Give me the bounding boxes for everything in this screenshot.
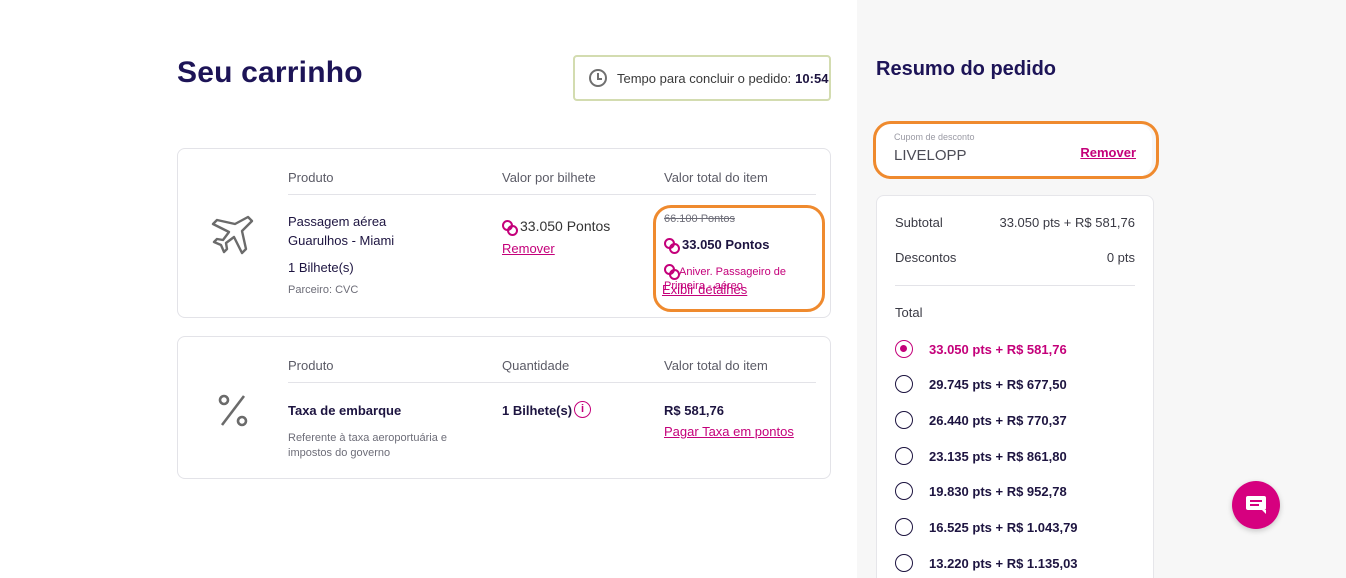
- discount-value: 0 pts: [1106, 250, 1135, 265]
- tax-total: R$ 581,76: [664, 403, 724, 418]
- radio-button[interactable]: [895, 518, 913, 536]
- payment-option[interactable]: 16.525 pts + R$ 1.043,79: [895, 518, 1078, 536]
- tax-name: Taxa de embarque: [288, 403, 402, 418]
- remove-item-link[interactable]: Remover: [502, 241, 555, 256]
- page-title: Seu carrinho: [177, 56, 363, 89]
- payment-option[interactable]: 29.745 pts + R$ 677,50: [895, 375, 1067, 393]
- airplane-icon: [208, 209, 258, 259]
- product-name: Passagem aérea: [288, 214, 387, 229]
- total-value-header: Valor total do item: [664, 170, 768, 185]
- unit-points: 33.050 Pontos: [502, 218, 610, 236]
- timer-label: Tempo para concluir o pedido:: [617, 70, 792, 86]
- order-summary-box: Subtotal 33.050 pts + R$ 581,76 Desconto…: [876, 195, 1154, 578]
- subtotal-row: Subtotal 33.050 pts + R$ 581,76: [895, 215, 1135, 230]
- highlight-outline: [873, 121, 1159, 179]
- header-divider: [288, 382, 816, 383]
- payment-option[interactable]: 33.050 pts + R$ 581,76: [895, 340, 1067, 358]
- subtotal-value: 33.050 pts + R$ 581,76: [999, 215, 1135, 230]
- partner-name: Parceiro: CVC: [288, 284, 359, 296]
- radio-button[interactable]: [895, 482, 913, 500]
- radio-button[interactable]: [895, 375, 913, 393]
- quantity-header: Quantidade: [502, 358, 570, 373]
- total-label: Total: [895, 305, 923, 320]
- payment-option[interactable]: 19.830 pts + R$ 952,78: [895, 482, 1067, 500]
- payment-option[interactable]: 23.135 pts + R$ 861,80: [895, 447, 1067, 465]
- subtotal-label: Subtotal: [895, 215, 943, 230]
- header-divider: [288, 194, 816, 195]
- product-header: Produto: [288, 358, 334, 373]
- checkout-timer: Tempo para concluir o pedido: 10:54: [573, 55, 831, 101]
- summary-title: Resumo do pedido: [876, 58, 1056, 80]
- radio-button[interactable]: [895, 554, 913, 572]
- tax-item-card: Produto Quantidade Valor total do item T…: [177, 336, 831, 479]
- tax-quantity: 1 Bilhete(s): [502, 403, 573, 418]
- radio-button[interactable]: [895, 411, 913, 429]
- unit-value-header: Valor por bilhete: [502, 170, 596, 185]
- product-header: Produto: [288, 170, 334, 185]
- discount-row: Descontos 0 pts: [895, 250, 1135, 265]
- points-icon: [502, 220, 518, 236]
- timer-value: 10:54: [795, 70, 829, 86]
- chat-icon: [1246, 496, 1266, 514]
- chat-button[interactable]: [1232, 481, 1280, 529]
- pay-tax-points-link[interactable]: Pagar Taxa em pontos: [664, 424, 794, 439]
- radio-button[interactable]: [895, 340, 913, 358]
- payment-option[interactable]: 26.440 pts + R$ 770,37: [895, 411, 1067, 429]
- radio-button[interactable]: [895, 447, 913, 465]
- percent-icon: [208, 387, 258, 437]
- total-value-header: Valor total do item: [664, 358, 768, 373]
- tax-description: Referente à taxa aeroportuária e imposto…: [288, 432, 447, 459]
- info-icon[interactable]: i: [574, 401, 591, 418]
- cart-panel: Seu carrinho Tempo para concluir o pedid…: [0, 0, 857, 578]
- clock-icon: [589, 69, 607, 87]
- flight-route: Guarulhos - Miami: [288, 233, 395, 248]
- payment-option[interactable]: 13.220 pts + R$ 1.135,03: [895, 554, 1078, 572]
- discount-label: Descontos: [895, 250, 957, 265]
- summary-divider: [895, 285, 1135, 286]
- highlight-outline: [653, 205, 825, 312]
- ticket-count: 1 Bilhete(s): [288, 260, 354, 275]
